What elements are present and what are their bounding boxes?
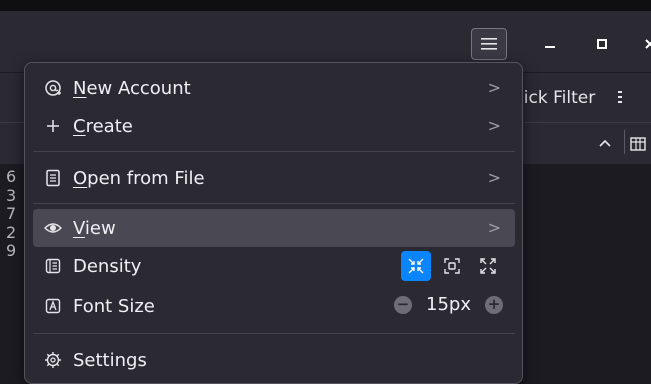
quick-filter-label: uick Filter: [513, 88, 596, 108]
menu-separator: [33, 333, 515, 334]
plus-icon: +: [487, 295, 501, 313]
density-relaxed-icon: [480, 258, 496, 274]
list-row-numbers: 6 3 7 2 9: [6, 168, 20, 261]
minimize-icon: [545, 46, 555, 48]
app-menu-button[interactable]: [471, 28, 507, 60]
close-button[interactable]: [640, 34, 651, 54]
minimize-button[interactable]: [540, 34, 560, 54]
density-options: [401, 251, 503, 281]
menu-item-label: Create: [73, 115, 133, 137]
menu-separator: [33, 151, 515, 152]
menu-item-view[interactable]: View >: [33, 209, 515, 247]
settings-gear-icon: [33, 351, 73, 369]
chevron-right-icon: >: [487, 168, 501, 187]
new-account-icon: [33, 79, 73, 97]
list-item: 3: [6, 185, 17, 205]
font-size-icon: [33, 298, 73, 314]
maximize-button[interactable]: [592, 34, 612, 54]
eye-icon: [33, 221, 73, 235]
menu-item-new-account[interactable]: New Account >: [33, 69, 515, 107]
top-edge: [0, 0, 651, 11]
font-size-decrease-button[interactable]: −: [394, 295, 413, 314]
menu-item-label: Font Size: [73, 295, 155, 317]
chevron-right-icon: >: [487, 218, 501, 237]
app-menu-popup: New Account > Create > Open from File > …: [24, 62, 523, 384]
density-normal-button[interactable]: [437, 251, 467, 281]
menu-item-density: Density: [33, 247, 515, 285]
font-size-increase-button[interactable]: +: [485, 295, 503, 314]
quick-filter-button[interactable]: uick Filter: [513, 88, 625, 108]
menu-item-font-size: Font Size − 15px +: [33, 287, 515, 325]
chevron-right-icon: >: [487, 116, 501, 135]
list-item: 9: [6, 241, 17, 260]
plus-icon: [33, 118, 73, 134]
list-item: 6: [6, 168, 17, 186]
minus-icon: −: [396, 295, 410, 313]
density-normal-icon: [444, 258, 460, 274]
menu-separator: [33, 203, 515, 204]
hamburger-icon: [481, 38, 497, 50]
chevron-right-icon: >: [487, 78, 501, 97]
menu-item-label: View: [73, 217, 116, 239]
list-item: 2: [6, 222, 17, 242]
density-compact-icon: [408, 258, 424, 274]
file-icon: [33, 169, 73, 187]
density-icon: [33, 258, 73, 274]
close-icon: [645, 39, 651, 49]
maximize-icon: [597, 39, 607, 49]
quick-filter-icon: [617, 91, 622, 103]
column-divider: [624, 130, 625, 154]
menu-item-open-from-file[interactable]: Open from File >: [33, 159, 515, 197]
sort-ascending-icon[interactable]: [598, 136, 612, 152]
menu-item-label: Settings: [73, 349, 147, 371]
list-item: 7: [6, 204, 17, 223]
menu-item-label: New Account: [73, 77, 191, 99]
menu-item-settings[interactable]: Settings: [33, 341, 515, 379]
font-size-controls: − 15px +: [394, 294, 503, 315]
menu-item-label: Density: [73, 255, 142, 277]
menu-item-create[interactable]: Create >: [33, 107, 515, 145]
density-compact-button[interactable]: [401, 251, 431, 281]
font-size-value: 15px: [426, 294, 471, 315]
menu-item-label: Open from File: [73, 167, 205, 189]
column-picker-icon[interactable]: [630, 136, 646, 156]
density-relaxed-button[interactable]: [473, 251, 503, 281]
